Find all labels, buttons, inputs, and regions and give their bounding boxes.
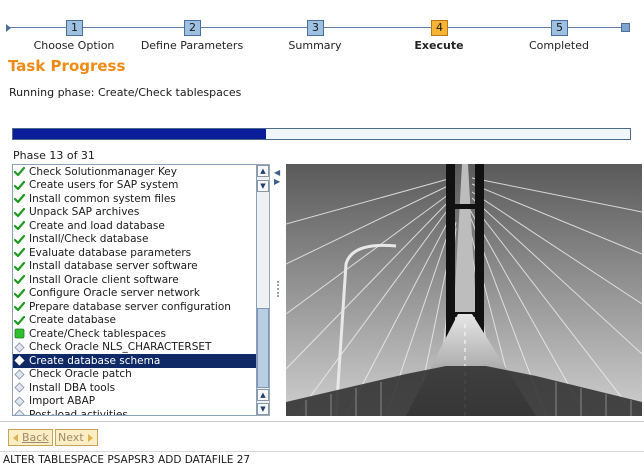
roadmap-step-1: 1 Choose Option: [9, 0, 139, 56]
phase-list-item-label: Evaluate database parameters: [29, 246, 192, 259]
phase-list[interactable]: Check Solutionmanager Key Create users fo…: [12, 164, 257, 416]
phase-list-item-label: Check Solutionmanager Key: [29, 165, 177, 178]
running-phase-text: Running phase: Create/Check tablespaces: [9, 86, 242, 99]
check-icon: [14, 301, 25, 312]
next-arrow-icon: [87, 433, 93, 442]
check-icon: [14, 180, 25, 191]
step-label: Completed: [529, 39, 589, 52]
splitter-grip[interactable]: [277, 281, 279, 297]
phase-list-item-label: Install database server software: [29, 260, 198, 273]
phase-list-item-label: Install/Check database: [29, 233, 149, 246]
scroll-down-button[interactable]: ▼: [257, 403, 269, 415]
status-bar: ALTER TABLESPACE PSAPSR3 ADD DATAFILE 27: [0, 451, 644, 470]
step-number: 3: [307, 20, 324, 36]
phase-list-item[interactable]: Check Solutionmanager Key: [13, 165, 256, 179]
phase-list-item-label: Create database: [29, 314, 116, 327]
roadmap-step-4: 4 Execute: [374, 0, 504, 56]
pending-diamond-icon: [14, 382, 25, 393]
footer-divider: [0, 421, 644, 422]
scroll-thumb[interactable]: [257, 308, 269, 388]
phase-list-item-label: Check Oracle NLS_CHARACTERSET: [29, 341, 212, 354]
phase-list-item[interactable]: Install/Check database: [13, 233, 256, 247]
back-button-label: Back: [22, 431, 49, 444]
bridge-photo: [286, 164, 642, 416]
phase-list-item-label: Create database schema: [29, 354, 161, 367]
step-number: 1: [66, 20, 83, 36]
phase-list-item[interactable]: Install Oracle client software: [13, 273, 256, 287]
phase-list-item[interactable]: Install database server software: [13, 260, 256, 274]
phase-list-item[interactable]: Check Oracle patch: [13, 368, 256, 382]
scroll-down-secondary-button[interactable]: ▲: [257, 389, 269, 401]
slideshow-image: [286, 164, 642, 416]
roadmap-step-3: 3 Summary: [250, 0, 380, 56]
roadmap-step-5: 5 Completed: [494, 0, 624, 56]
check-icon: [14, 220, 25, 231]
scroll-up-button[interactable]: ▲: [257, 165, 269, 177]
phase-list-item[interactable]: Unpack SAP archives: [13, 206, 256, 220]
phase-list-item-label: Post-load activities: [29, 408, 128, 416]
phase-list-item[interactable]: Create database: [13, 314, 256, 328]
phase-list-item[interactable]: Check Oracle NLS_CHARACTERSET: [13, 341, 256, 355]
phase-list-item[interactable]: Create and load database: [13, 219, 256, 233]
check-icon: [14, 207, 25, 218]
phase-list-item[interactable]: Create/Check tablespaces: [13, 327, 256, 341]
splitter-collapse-icon[interactable]: ◀ ▶: [274, 168, 280, 186]
phase-list-item-label: Check Oracle patch: [29, 368, 132, 381]
phase-list-item-label: Import ABAP: [29, 395, 96, 408]
step-label: Choose Option: [33, 39, 115, 52]
pending-diamond-icon: [14, 396, 25, 407]
step-label: Define Parameters: [140, 39, 244, 52]
next-button-label: Next: [58, 431, 84, 444]
step-label: Summary: [288, 39, 342, 52]
scroll-up-secondary-button[interactable]: ▼: [257, 180, 269, 192]
phase-list-item[interactable]: Create users for SAP system: [13, 179, 256, 193]
phase-list-item-label: Install common system files: [29, 192, 176, 205]
phase-count-text: Phase 13 of 31: [13, 149, 95, 162]
check-icon: [14, 288, 25, 299]
phase-list-item-label: Create/Check tablespaces: [29, 327, 166, 340]
phase-list-item[interactable]: Prepare database server configuration: [13, 300, 256, 314]
back-arrow-icon: [13, 433, 18, 442]
phase-list-item[interactable]: Post-load activities: [13, 408, 256, 416]
phase-list-item-label: Create users for SAP system: [29, 179, 179, 192]
back-button[interactable]: Back: [8, 429, 53, 446]
phase-list-item[interactable]: Import ABAP: [13, 395, 256, 409]
check-icon: [14, 166, 25, 177]
phase-list-item[interactable]: Evaluate database parameters: [13, 246, 256, 260]
pending-diamond-icon: [14, 369, 25, 380]
roadmap-step-2: 2 Define Parameters: [127, 0, 257, 56]
phase-list-item-label: Create and load database: [29, 219, 165, 232]
phase-list-item[interactable]: Create database schema: [13, 354, 256, 368]
pending-diamond-icon: [14, 409, 25, 415]
phase-list-item-label: Configure Oracle server network: [29, 287, 200, 300]
phase-list-item-label: Unpack SAP archives: [29, 206, 140, 219]
step-number: 2: [184, 20, 201, 36]
check-icon: [14, 234, 25, 245]
check-icon: [14, 193, 25, 204]
next-button[interactable]: Next: [55, 429, 98, 446]
phase-list-item-label: Install Oracle client software: [29, 273, 179, 286]
phase-list-item-label: Prepare database server configuration: [29, 300, 231, 313]
check-icon: [14, 261, 25, 272]
phase-list-item[interactable]: Install common system files: [13, 192, 256, 206]
phase-list-item[interactable]: Configure Oracle server network: [13, 287, 256, 301]
phase-list-scrollbar[interactable]: ▲ ▼ ▲ ▼: [257, 164, 270, 416]
progress-bar: [12, 128, 631, 140]
phase-list-item-label: Install DBA tools: [29, 381, 116, 394]
step-number: 5: [551, 20, 568, 36]
progress-bar-fill: [13, 129, 266, 139]
page-title: Task Progress: [8, 57, 126, 75]
running-square-icon: [14, 328, 25, 339]
step-number: 4: [431, 20, 448, 36]
pending-diamond-icon: [14, 342, 25, 353]
pending-diamond-icon: [14, 355, 25, 366]
check-icon: [14, 247, 25, 258]
check-icon: [14, 274, 25, 285]
step-label: Execute: [414, 39, 464, 52]
phase-list-item[interactable]: Install DBA tools: [13, 381, 256, 395]
check-icon: [14, 315, 25, 326]
